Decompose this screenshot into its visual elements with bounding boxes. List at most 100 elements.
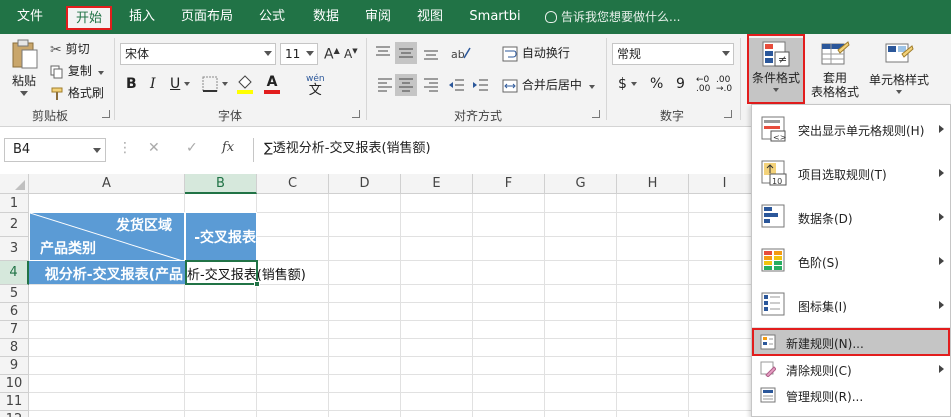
merge-cells-icon xyxy=(502,79,518,92)
align-center-icon xyxy=(399,78,413,92)
increase-decimal-button[interactable]: ←0.00 xyxy=(696,76,710,94)
column-header-f[interactable]: F xyxy=(473,174,545,194)
region-header-text: 发货区域 xyxy=(116,218,172,234)
text-orientation-icon: ab xyxy=(451,47,471,61)
orientation-button[interactable]: ab xyxy=(450,44,474,65)
column-header-e[interactable]: E xyxy=(401,174,473,194)
align-center-button[interactable] xyxy=(395,74,417,96)
tab-file[interactable]: 文件 xyxy=(8,0,52,34)
cell-styles-dropdown-arrow xyxy=(896,90,902,94)
menu-item-highlight-cells-rules[interactable]: <> 突出显示单元格规则(H) xyxy=(752,109,950,149)
cut-button[interactable]: ✂ 剪切 xyxy=(50,40,90,58)
column-header-g[interactable]: G xyxy=(545,174,617,194)
column-header-b[interactable]: B xyxy=(185,174,257,194)
comma-style-button[interactable]: 9 xyxy=(676,76,685,92)
menu-item-clear-rules[interactable]: 清除规则(C) xyxy=(752,357,950,381)
format-as-table-button[interactable]: 套用 表格格式 xyxy=(808,38,862,99)
cell-a2-a3-header[interactable]: 发货区域 产品类别 xyxy=(29,212,186,262)
phonetic-button[interactable]: wén 文 xyxy=(306,74,325,98)
number-launcher-icon[interactable] xyxy=(724,110,732,118)
svg-text:<>: <> xyxy=(773,133,786,142)
borders-button[interactable] xyxy=(202,76,218,95)
italic-button[interactable]: I xyxy=(150,76,156,92)
font-color-button[interactable]: A xyxy=(264,74,280,94)
tab-home[interactable]: 开始 xyxy=(66,6,112,30)
name-box[interactable]: B4 xyxy=(4,138,106,162)
row-header-6[interactable]: 6 xyxy=(0,303,29,321)
font-name-select[interactable]: 宋体 xyxy=(120,43,276,65)
row-header-2[interactable]: 2 xyxy=(0,213,29,237)
chevron-down-icon[interactable] xyxy=(93,148,101,153)
manage-rules-icon xyxy=(760,387,776,403)
cell-a4[interactable]: 视分析-交叉报表(产品 xyxy=(29,261,185,284)
align-bottom-button[interactable] xyxy=(422,44,440,65)
alignment-launcher-icon[interactable] xyxy=(592,110,600,118)
merge-center-button[interactable]: 合并后居中 xyxy=(502,76,595,94)
tab-review[interactable]: 审阅 xyxy=(356,0,400,34)
cancel-icon[interactable]: ✕ xyxy=(148,140,160,156)
bold-button[interactable]: B xyxy=(126,76,137,92)
number-format-select[interactable]: 常规 xyxy=(612,43,734,65)
row-header-10[interactable]: 10 xyxy=(0,375,29,393)
increase-indent-button[interactable] xyxy=(472,76,490,97)
column-header-a[interactable]: A xyxy=(29,174,185,194)
tab-formulas[interactable]: 公式 xyxy=(250,0,294,34)
insert-function-icon[interactable]: fx xyxy=(222,140,234,155)
underline-dropdown-arrow[interactable] xyxy=(184,82,190,86)
cell-styles-button[interactable]: 单元格样式 xyxy=(866,38,932,94)
column-header-h[interactable]: H xyxy=(617,174,689,194)
row-header-8[interactable]: 8 xyxy=(0,339,29,357)
align-bottom-icon xyxy=(424,50,438,60)
fill-handle[interactable] xyxy=(254,281,260,287)
tab-data[interactable]: 数据 xyxy=(304,0,348,34)
row-header-7[interactable]: 7 xyxy=(0,321,29,339)
currency-button[interactable]: $ xyxy=(618,76,637,92)
tab-smartbi[interactable]: Smartbi xyxy=(462,0,528,34)
menu-item-top-bottom-rules[interactable]: 10 项目选取规则(T) xyxy=(752,153,950,193)
number-group-label: 数字 xyxy=(659,109,684,123)
align-middle-button[interactable] xyxy=(395,42,417,64)
tell-me-search[interactable]: 告诉我您想要做什么... xyxy=(545,0,680,34)
underline-button[interactable]: U xyxy=(170,76,180,92)
menu-item-icon-sets[interactable]: 图标集(I) xyxy=(752,285,950,325)
tab-view[interactable]: 视图 xyxy=(408,0,452,34)
shrink-font-button[interactable]: A▼ xyxy=(344,47,358,61)
font-launcher-icon[interactable] xyxy=(352,110,360,118)
row-header-3[interactable]: 3 xyxy=(0,237,29,261)
enter-icon[interactable]: ✓ xyxy=(186,140,198,156)
menu-item-color-scales[interactable]: 色阶(S) xyxy=(752,241,950,281)
paste-dropdown-arrow[interactable] xyxy=(20,91,28,96)
copy-button[interactable]: 复制 xyxy=(50,62,104,79)
decrease-decimal-button[interactable]: .00 →.0 xyxy=(716,76,732,94)
menu-item-data-bars[interactable]: 数据条(D) xyxy=(752,197,950,237)
column-header-c[interactable]: C xyxy=(257,174,329,194)
select-all-corner[interactable] xyxy=(0,174,29,194)
row-header-11[interactable]: 11 xyxy=(0,393,29,411)
row-header-9[interactable]: 9 xyxy=(0,357,29,375)
align-left-button[interactable] xyxy=(376,76,394,97)
copy-dropdown-arrow[interactable] xyxy=(97,71,104,75)
clipboard-launcher-icon[interactable] xyxy=(102,110,110,118)
increase-decimal-icon: ←0.00 xyxy=(696,75,711,94)
column-header-d[interactable]: D xyxy=(329,174,401,194)
row-header-4[interactable]: 4 xyxy=(0,261,29,285)
decrease-indent-button[interactable] xyxy=(448,76,466,97)
percent-button[interactable]: % xyxy=(650,76,663,92)
fill-color-button[interactable] xyxy=(236,74,254,97)
cell-b2-b3[interactable]: -交叉报表 xyxy=(185,212,257,261)
font-size-select[interactable]: 11 xyxy=(280,43,318,65)
grow-font-button[interactable]: A▲ xyxy=(324,46,340,63)
tab-page-layout[interactable]: 页面布局 xyxy=(174,0,240,34)
align-right-button[interactable] xyxy=(422,76,440,97)
tab-insert[interactable]: 插入 xyxy=(120,0,164,34)
row-header-1[interactable]: 1 xyxy=(0,194,29,213)
merge-center-dropdown-arrow[interactable] xyxy=(588,85,595,89)
format-painter-button[interactable]: 格式刷 xyxy=(50,84,104,101)
align-top-button[interactable] xyxy=(374,44,392,65)
wrap-text-button[interactable]: 自动换行 xyxy=(502,44,570,62)
row-header-12[interactable]: 12 xyxy=(0,411,29,417)
row-header-5[interactable]: 5 xyxy=(0,285,29,303)
borders-dropdown-arrow[interactable] xyxy=(222,82,228,86)
paste-button[interactable]: 粘贴 xyxy=(10,38,44,98)
menu-item-manage-rules[interactable]: 管理规则(R)... xyxy=(752,383,950,407)
